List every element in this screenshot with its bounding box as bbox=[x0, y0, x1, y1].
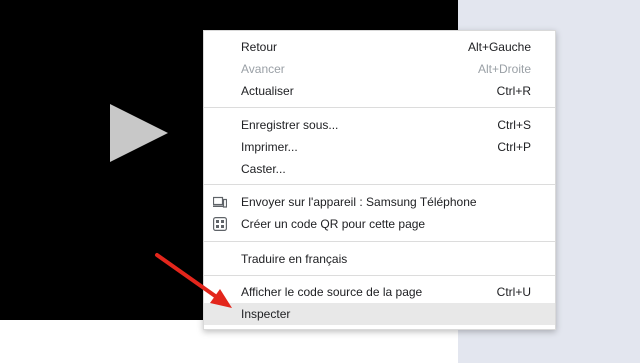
menu-item-shortcut: Ctrl+S bbox=[497, 118, 531, 132]
menu-item-label: Imprimer... bbox=[241, 140, 298, 154]
qr-code-icon bbox=[213, 217, 227, 231]
menu-item-label: Caster... bbox=[241, 162, 286, 176]
menu-item-shortcut: Alt+Droite bbox=[477, 62, 531, 76]
menu-separator bbox=[204, 241, 555, 242]
menu-item-label: Retour bbox=[241, 40, 278, 54]
menu-item-label: Traduire en français bbox=[241, 252, 348, 266]
menu-item-shortcut: Ctrl+P bbox=[497, 140, 531, 154]
menu-separator bbox=[204, 107, 555, 108]
menu-item-qr-code[interactable]: Créer un code QR pour cette page bbox=[204, 213, 555, 235]
menu-item-translate[interactable]: Traduire en français bbox=[204, 248, 555, 270]
menu-item-label: Créer un code QR pour cette page bbox=[241, 217, 426, 231]
menu-item-send-to-device[interactable]: Envoyer sur l'appareil : Samsung Télépho… bbox=[204, 191, 555, 213]
menu-item-cast[interactable]: Caster... bbox=[204, 158, 555, 180]
menu-item-label: Actualiser bbox=[241, 84, 294, 98]
menu-separator bbox=[204, 275, 555, 276]
menu-separator bbox=[204, 184, 555, 185]
context-menu: Retour Alt+Gauche Avancer Alt+Droite Act… bbox=[203, 30, 556, 330]
menu-item-label: Enregistrer sous... bbox=[241, 118, 339, 132]
play-icon[interactable] bbox=[110, 104, 168, 162]
menu-item-reload[interactable]: Actualiser Ctrl+R bbox=[204, 80, 555, 102]
menu-item-label: Avancer bbox=[241, 62, 285, 76]
menu-item-label: Envoyer sur l'appareil : Samsung Télépho… bbox=[241, 195, 477, 209]
menu-item-inspect[interactable]: Inspecter bbox=[204, 303, 555, 325]
menu-item-shortcut: Alt+Gauche bbox=[467, 40, 531, 54]
menu-item-shortcut: Ctrl+R bbox=[496, 84, 531, 98]
menu-item-shortcut: Ctrl+U bbox=[496, 285, 531, 299]
menu-item-label: Afficher le code source de la page bbox=[241, 285, 423, 299]
menu-item-save-as[interactable]: Enregistrer sous... Ctrl+S bbox=[204, 114, 555, 136]
menu-item-forward: Avancer Alt+Droite bbox=[204, 58, 555, 80]
menu-item-label: Inspecter bbox=[241, 307, 291, 321]
menu-item-back[interactable]: Retour Alt+Gauche bbox=[204, 36, 555, 58]
menu-item-print[interactable]: Imprimer... Ctrl+P bbox=[204, 136, 555, 158]
menu-item-view-source[interactable]: Afficher le code source de la page Ctrl+… bbox=[204, 281, 555, 303]
device-icon bbox=[213, 196, 227, 208]
